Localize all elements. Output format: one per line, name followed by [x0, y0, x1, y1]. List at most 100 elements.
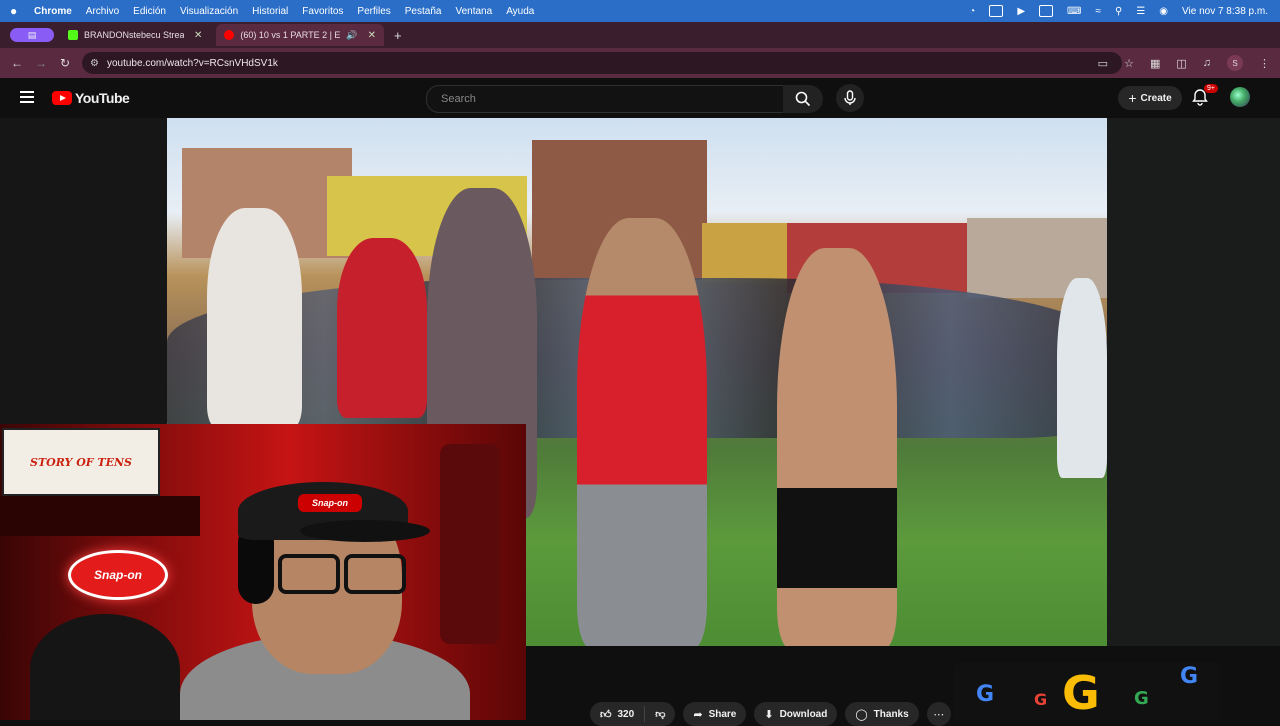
- bookmark-star-icon[interactable]: ☆: [1124, 57, 1134, 70]
- menu-pestana[interactable]: Pestaña: [405, 6, 442, 17]
- menu-perfiles[interactable]: Perfiles: [357, 6, 390, 17]
- extensions-icon[interactable]: ▦: [1150, 57, 1160, 70]
- menubar-status-area: ◔ ▶ ⌨ ≈ ⚲ ☰ ◉ Vie nov 7 8:38 p.m.: [969, 0, 1268, 22]
- neon-text: Snap-on: [94, 568, 142, 582]
- side-panel-icon[interactable]: ◫: [1176, 57, 1186, 70]
- menu-app-name[interactable]: Chrome: [34, 6, 72, 17]
- browser-toolbar: ← → ↻ ⚙ youtube.com/watch?v=RCsnVHdSV1k …: [0, 48, 1280, 78]
- recommendation-thumbnail[interactable]: G G G G G: [954, 662, 1220, 720]
- tab-label: BRANDONstebecu Stream - \: [84, 30, 184, 40]
- google-logo-icon: G: [1180, 664, 1199, 689]
- video-actions-bar: 👍︎ 320 👎︎ ➦ Share ⬇ Download ◯ Thanks ⋯: [590, 702, 951, 726]
- thanks-button[interactable]: ◯ Thanks: [845, 702, 919, 726]
- download-label: Download: [779, 708, 828, 720]
- more-horizontal-icon: ⋯: [933, 708, 945, 721]
- back-icon[interactable]: ←: [10, 56, 24, 70]
- youtube-wordmark: YouTube: [75, 90, 130, 106]
- snapon-neon-sign: Snap-on: [68, 550, 168, 600]
- share-label: Share: [708, 708, 737, 720]
- wifi-icon[interactable]: ≈: [1095, 6, 1101, 17]
- share-button[interactable]: ➦ Share: [683, 702, 747, 726]
- microphone-icon: [844, 90, 856, 105]
- profile-avatar[interactable]: S: [1227, 55, 1243, 71]
- forward-icon[interactable]: →: [34, 56, 48, 70]
- menubar-clock[interactable]: Vie nov 7 8:38 p.m.: [1182, 6, 1268, 17]
- screen-share-icon[interactable]: ◔: [969, 6, 975, 17]
- keyboard-icon[interactable]: ⌨: [1067, 6, 1081, 17]
- tab-group-icon: ▤: [27, 29, 37, 40]
- hamburger-menu-icon[interactable]: [20, 91, 34, 106]
- search-icon: [795, 91, 811, 107]
- chrome-menu-icon[interactable]: ⋮: [1259, 57, 1270, 70]
- notification-badge: 9+: [1204, 84, 1218, 93]
- spotlight-search-icon[interactable]: ⚲: [1115, 6, 1122, 17]
- display-icon[interactable]: [989, 5, 1004, 17]
- streamer-person: Snap-on: [180, 464, 470, 720]
- plus-icon: +: [1128, 90, 1137, 106]
- cap-brim: [300, 520, 430, 542]
- tab-label: (60) 10 vs 1 PARTE 2 | EL: [240, 30, 341, 40]
- google-logo-icon: G: [1062, 666, 1100, 720]
- menu-favoritos[interactable]: Favoritos: [302, 6, 343, 17]
- story-of-tens-sign: STORY OF TENS: [2, 428, 160, 496]
- google-logo-icon: G: [976, 682, 995, 707]
- account-avatar[interactable]: [1230, 87, 1250, 107]
- thumbs-up-icon: 👍︎: [600, 708, 612, 721]
- menu-edicion[interactable]: Edición: [133, 6, 166, 17]
- youtube-play-icon: [52, 91, 72, 105]
- sign-text: STORY OF TENS: [30, 455, 132, 469]
- search-button[interactable]: [783, 85, 823, 113]
- wall-shelf: [0, 496, 200, 536]
- tab-audio-icon[interactable]: 🔊: [346, 30, 357, 41]
- voice-search-button[interactable]: [836, 84, 864, 112]
- super-thanks-icon: ◯: [855, 708, 868, 721]
- site-info-icon[interactable]: ⚙: [90, 58, 99, 69]
- kick-favicon-icon: [68, 30, 78, 40]
- dislike-button[interactable]: 👎︎: [645, 702, 675, 726]
- tab-group-chip[interactable]: ▤: [10, 28, 54, 42]
- new-tab-button[interactable]: +: [394, 28, 402, 43]
- menu-visualizacion[interactable]: Visualización: [180, 6, 238, 17]
- thumbs-down-icon: 👎︎: [655, 709, 666, 720]
- like-dislike-group: 👍︎ 320 👎︎: [590, 702, 676, 726]
- streamer-webcam-overlay: STORY OF TENS Snap-on Snap-on: [0, 424, 526, 720]
- video-letterbox-right: [1107, 118, 1280, 646]
- url-text[interactable]: youtube.com/watch?v=RCsnVHdSV1k: [107, 58, 278, 69]
- search-input[interactable]: [439, 92, 763, 106]
- cap-logo: Snap-on: [298, 494, 362, 512]
- cast-icon[interactable]: ▭: [1098, 57, 1108, 70]
- download-icon: ⬇: [764, 708, 774, 721]
- google-logo-icon: G: [1134, 688, 1149, 709]
- menu-ayuda[interactable]: Ayuda: [506, 6, 534, 17]
- apple-icon[interactable]: ●: [10, 4, 24, 18]
- close-tab-icon[interactable]: ✕: [194, 30, 202, 41]
- search-box[interactable]: [426, 85, 784, 113]
- thanks-label: Thanks: [873, 708, 909, 720]
- menu-archivo[interactable]: Archivo: [86, 6, 119, 17]
- youtube-logo[interactable]: YouTube: [52, 90, 130, 106]
- youtube-favicon-icon: [224, 30, 235, 40]
- like-button[interactable]: 👍︎ 320: [590, 702, 644, 726]
- cap-logo-text: Snap-on: [312, 498, 348, 508]
- media-controls-icon[interactable]: ♫: [1203, 57, 1211, 69]
- glasses-icon: [278, 554, 406, 594]
- more-actions-button[interactable]: ⋯: [926, 702, 951, 726]
- close-tab-icon[interactable]: ✕: [368, 30, 376, 41]
- tab-strip: ▤ BRANDONstebecu Stream - \ ✕ (60) 10 vs…: [0, 22, 1280, 48]
- tab-youtube-video[interactable]: (60) 10 vs 1 PARTE 2 | EL 🔊 ✕: [216, 24, 384, 46]
- create-label: Create: [1140, 92, 1172, 104]
- video-person-tanktop: [207, 208, 302, 428]
- macos-menubar: ● Chrome Archivo Edición Visualización H…: [0, 0, 1280, 22]
- download-button[interactable]: ⬇ Download: [754, 702, 838, 726]
- create-button[interactable]: + Create: [1118, 86, 1182, 110]
- siri-icon[interactable]: ◉: [1159, 6, 1168, 17]
- play-circle-icon[interactable]: ▶: [1017, 6, 1025, 17]
- address-bar[interactable]: ⚙ youtube.com/watch?v=RCsnVHdSV1k: [82, 52, 1122, 74]
- youtube-header: YouTube + Create 9+: [0, 78, 1280, 118]
- tab-kick-stream[interactable]: BRANDONstebecu Stream - \ ✕: [60, 24, 210, 46]
- menu-ventana[interactable]: Ventana: [455, 6, 492, 17]
- window-icon[interactable]: [1039, 5, 1054, 17]
- menu-historial[interactable]: Historial: [252, 6, 288, 17]
- reload-icon[interactable]: ↻: [58, 56, 72, 70]
- control-center-icon[interactable]: ☰: [1136, 6, 1145, 17]
